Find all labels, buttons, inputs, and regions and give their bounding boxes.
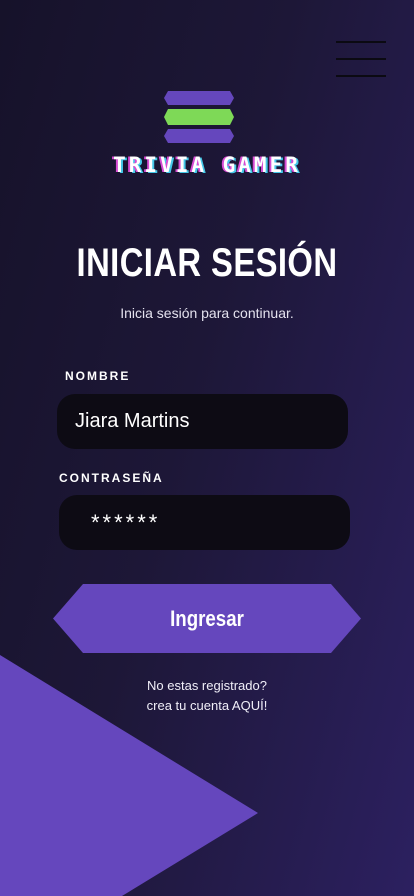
brand-name: TRIVIA GAMER (113, 153, 301, 177)
hamburger-menu-icon[interactable] (336, 40, 386, 78)
name-field-value: Jiara Martins (75, 410, 190, 432)
page-subtitle: Inicia sesión para continuar. (120, 305, 294, 321)
menu-line (336, 58, 386, 60)
hexagon-stack-logo-icon (164, 91, 234, 143)
name-field[interactable]: Jiara Martins (57, 394, 348, 449)
register-question: No estas registrado? (147, 678, 267, 693)
login-button-label: Ingresar (170, 606, 244, 631)
menu-line (336, 41, 386, 43)
page-title: INICIAR SESIÓN (76, 241, 338, 285)
login-button[interactable]: Ingresar (53, 584, 361, 653)
menu-line (336, 75, 386, 77)
password-field[interactable]: ****** (59, 495, 350, 550)
password-field-value: ****** (91, 509, 161, 535)
password-label: CONTRASEÑA (59, 471, 164, 485)
name-label: NOMBRE (65, 369, 131, 383)
register-link[interactable]: crea tu cuenta AQUÍ! (0, 696, 414, 716)
register-prompt: No estas registrado? crea tu cuenta AQUÍ… (0, 676, 414, 716)
